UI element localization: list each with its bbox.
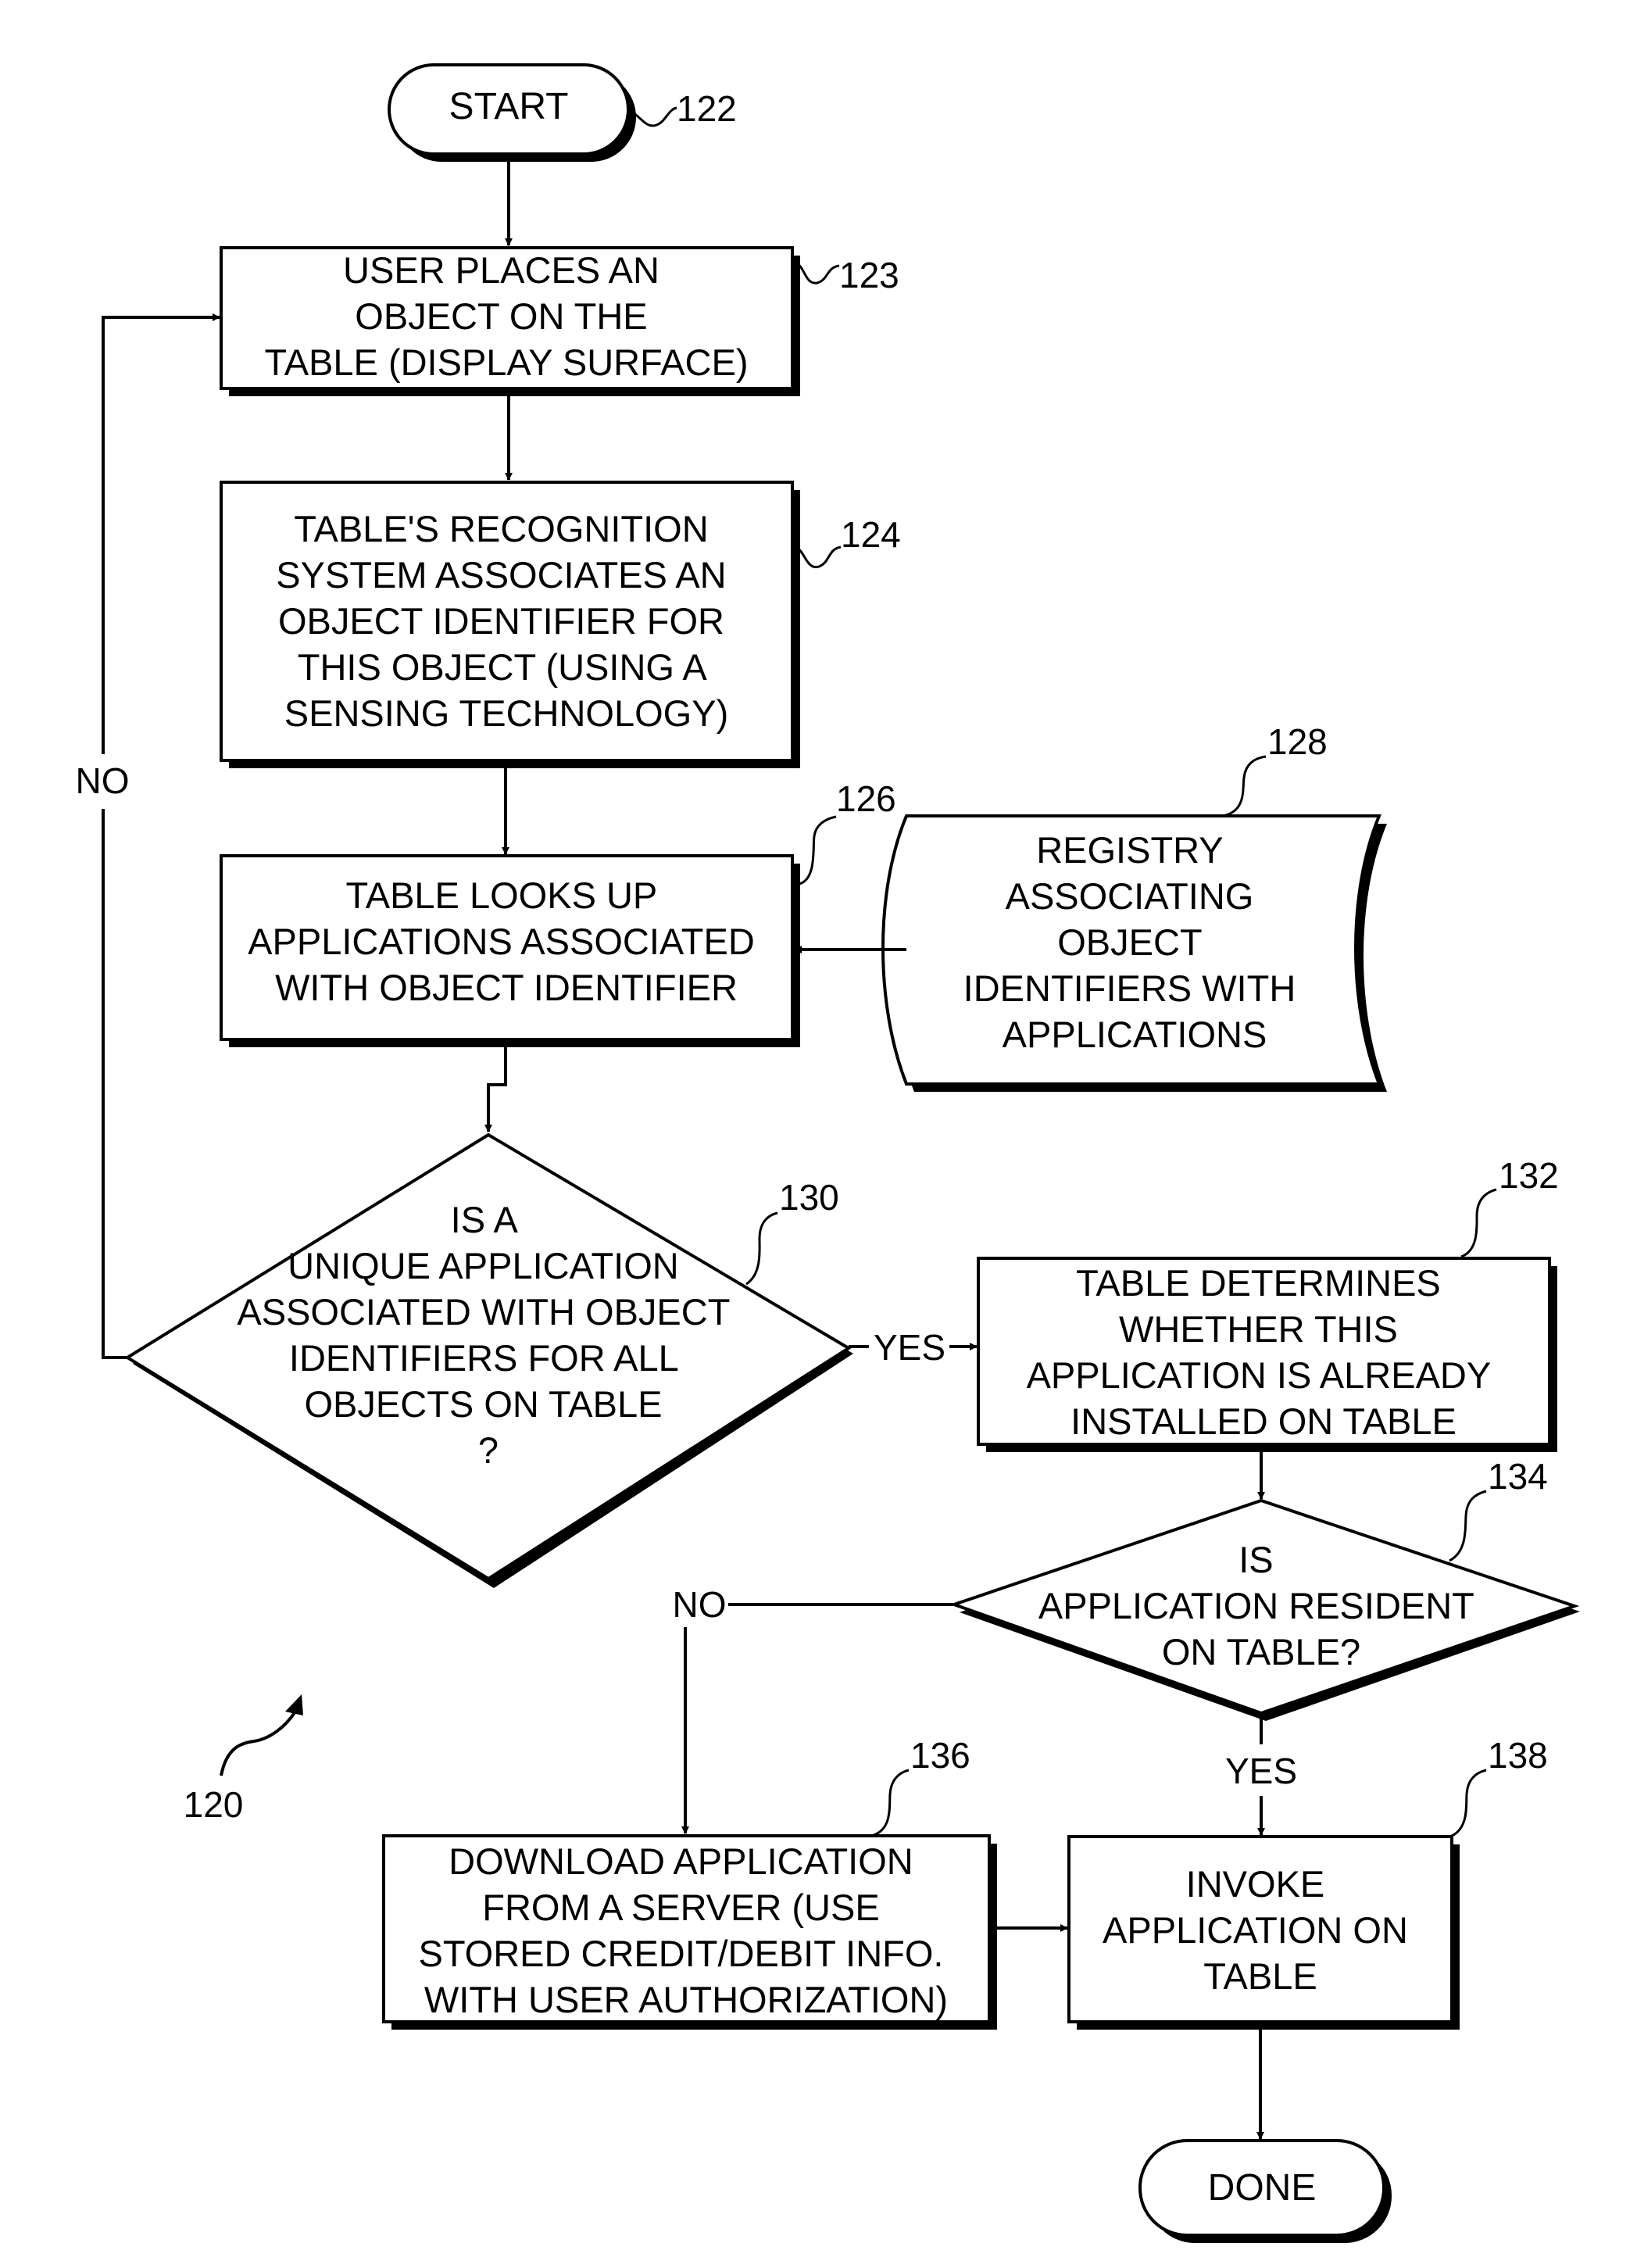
start-terminal: START bbox=[388, 63, 636, 162]
ref-leader-124 bbox=[795, 546, 842, 569]
edge-label-130-no: NO bbox=[76, 760, 130, 801]
ref-leader-128 bbox=[1222, 755, 1267, 817]
flowchart: START 122 USER PLACES AN OBJECT ON THE T… bbox=[76, 63, 1580, 2243]
process-box-126: TABLE LOOKS UP APPLICATIONS ASSOCIATED W… bbox=[220, 854, 800, 1047]
figure-ref-120: 120 bbox=[184, 1784, 244, 1825]
ref-138: 138 bbox=[1488, 1735, 1548, 1776]
connector-126-to-130 bbox=[484, 1047, 507, 1132]
ref-130: 130 bbox=[779, 1177, 839, 1218]
ref-leader-130 bbox=[745, 1211, 778, 1286]
connector-130-no-loop-upper bbox=[102, 313, 220, 754]
process-box-123: USER PLACES AN OBJECT ON THE TABLE (DISP… bbox=[220, 246, 800, 396]
ref-leader-132 bbox=[1460, 1188, 1497, 1258]
ref-123: 123 bbox=[839, 255, 899, 295]
box-124-text: TABLE'S RECOGNITION SYSTEM ASSOCIATES AN… bbox=[276, 508, 736, 734]
ref-122: 122 bbox=[677, 88, 737, 129]
done-label: DONE bbox=[1208, 2167, 1317, 2209]
ref-leader-123 bbox=[795, 261, 840, 284]
ref-leader-136 bbox=[873, 1769, 910, 1837]
start-label: START bbox=[449, 86, 569, 127]
process-box-136: DOWNLOAD APPLICATION FROM A SERVER (USE … bbox=[382, 1834, 997, 2030]
ref-leader-134 bbox=[1449, 1490, 1487, 1562]
ref-leader-126 bbox=[799, 815, 837, 885]
edge-label-134-yes: YES bbox=[1225, 1751, 1297, 1791]
decision-diamond-130: IS A UNIQUE APPLICATION ASSOCIATED WITH … bbox=[124, 1132, 853, 1588]
ref-126: 126 bbox=[836, 778, 896, 819]
ref-128: 128 bbox=[1267, 721, 1328, 762]
process-box-132: TABLE DETERMINES WHETHER THIS APPLICATIO… bbox=[977, 1257, 1557, 1452]
data-store-128: REGISTRY ASSOCIATING OBJECT IDENTIFIERS … bbox=[881, 814, 1387, 1092]
process-box-138: INVOKE APPLICATION ON TABLE bbox=[1067, 1835, 1460, 2030]
done-terminal: DONE bbox=[1138, 2139, 1392, 2243]
decision-diamond-134: IS APPLICATION RESIDENT ON TABLE? bbox=[949, 1498, 1580, 1721]
ref-136: 136 bbox=[910, 1735, 970, 1776]
figure-ref-arrow-curve bbox=[220, 1710, 297, 1776]
edge-label-130-yes: YES bbox=[874, 1327, 945, 1368]
ref-leader-138 bbox=[1449, 1769, 1487, 1838]
ref-leader-122 bbox=[629, 106, 677, 127]
edge-label-134-no: NO bbox=[673, 1584, 727, 1625]
ref-132: 132 bbox=[1499, 1155, 1559, 1196]
ref-134: 134 bbox=[1488, 1456, 1548, 1497]
process-box-124: TABLE'S RECOGNITION SYSTEM ASSOCIATES AN… bbox=[220, 481, 800, 768]
ref-124: 124 bbox=[841, 514, 901, 555]
figure-ref-arrowhead-icon bbox=[285, 1694, 303, 1715]
connector-130-no-loop-lower bbox=[102, 809, 127, 1359]
